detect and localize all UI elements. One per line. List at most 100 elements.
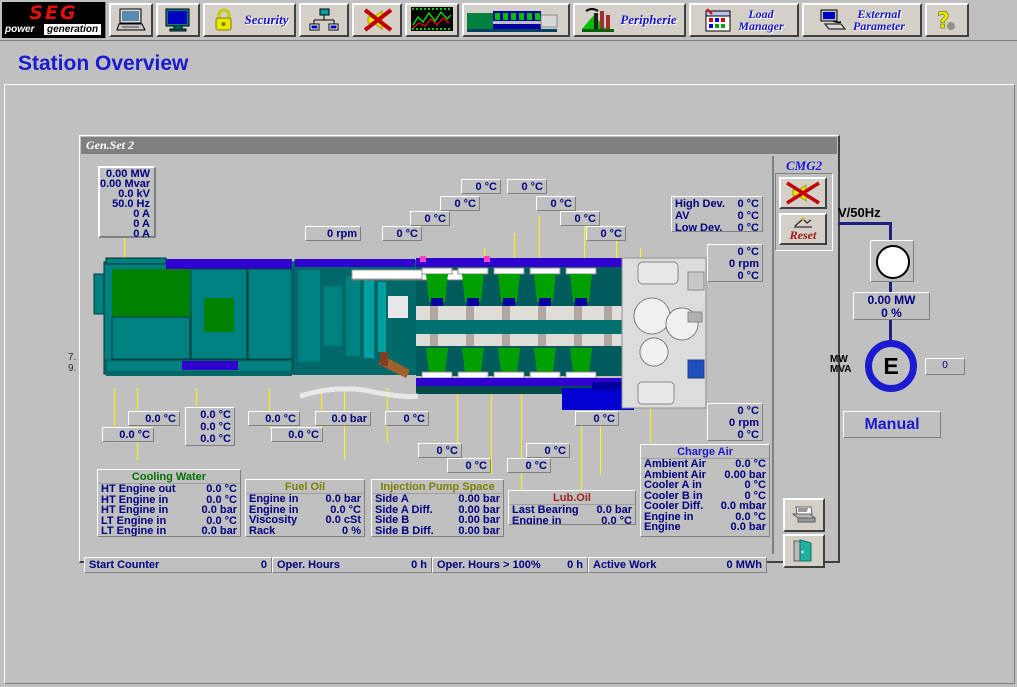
- fuel-oil-label: Viscosity: [249, 515, 297, 526]
- external-parameter-line2: Parameter: [853, 19, 905, 33]
- turbocharger-a-box: 0 °C 0 rpm 0 °C: [707, 244, 763, 282]
- mimic-title-bar: Gen.Set 2: [81, 137, 837, 154]
- feeder-voltage-label: V/50Hz: [838, 205, 881, 220]
- tag-exh-1: 0 °C: [382, 226, 422, 241]
- question-mark-icon: ?: [932, 7, 962, 33]
- injection-pump-space-row: Side A 0.00 bar: [372, 494, 503, 505]
- engine-icon: [467, 7, 565, 33]
- charge-air-value: 0.0 mbar: [721, 501, 766, 512]
- charge-air-value: 0.0 bar: [731, 522, 766, 533]
- tag-bot-11: 0 °C: [575, 411, 619, 426]
- external-parameter-button-label: External Parameter: [853, 8, 905, 32]
- peripherie-button-label: Peripherie: [620, 14, 676, 26]
- side-clip-line2: 9.: [68, 363, 76, 374]
- fuel-oil-value: 0 %: [342, 526, 361, 537]
- load-manager-button[interactable]: Load Manager: [689, 3, 799, 37]
- cooling-water-label: HT Engine in: [101, 505, 168, 516]
- deviation-row-av: AV 0 °C: [675, 210, 759, 222]
- deviation-label-low: Low Dev.: [675, 222, 722, 234]
- operating-mode-button[interactable]: Manual: [843, 411, 941, 438]
- turbo-a-temp2: 0 °C: [711, 270, 759, 282]
- cooling-water-value: 0.0 °C: [206, 484, 237, 495]
- oper-hours-over100-value: 0 h: [567, 559, 583, 571]
- tag-bearings-line-1: 0.0 °C: [189, 409, 231, 421]
- lub-oil-value: 0.0 bar: [597, 505, 632, 516]
- lub-oil-label: Engine in: [512, 516, 562, 526]
- tag-exh-3: 0 °C: [440, 196, 480, 211]
- horn-cancel-icon: [783, 180, 823, 206]
- injection-pump-space-label: Side A: [375, 494, 409, 505]
- station-pc-button[interactable]: [109, 3, 153, 37]
- group-fuel-oil: Fuel OilEngine in0.0 barEngine in0.0 °CV…: [245, 479, 365, 537]
- alarm-horn-off-button[interactable]: [352, 3, 402, 37]
- cooling-water-value: 0.0 bar: [202, 526, 237, 537]
- peripherie-button[interactable]: Peripherie: [573, 3, 686, 37]
- tag-bot-8: 0 °C: [447, 458, 491, 473]
- injection-pump-space-value: 0.00 bar: [458, 494, 500, 505]
- calendar-icon: [704, 7, 734, 33]
- oper-hours-value: 0 h: [411, 559, 427, 571]
- network-button[interactable]: [299, 3, 349, 37]
- genset-mimic-window: Gen.Set 2 0.00 MW 0.00 Mvar 0.0 kV 50.0 …: [79, 135, 840, 563]
- print-button[interactable]: [783, 498, 825, 532]
- monitor-button[interactable]: [156, 3, 200, 37]
- tag-exh-7: 0 °C: [560, 211, 600, 226]
- network-node-value: 0: [925, 358, 965, 375]
- trend-chart-icon: [411, 7, 453, 33]
- turbo-b-temp: 0 °C: [711, 405, 759, 417]
- lub-oil-row: Last Bearing0.0 bar: [509, 505, 635, 516]
- rating-mva: MVA: [830, 365, 851, 375]
- generator-values-box: 0.00 MW 0.00 Mvar 0.0 kV 50.0 Hz 0 A 0 A…: [98, 166, 156, 238]
- horn-acknowledge-button[interactable]: [779, 177, 827, 209]
- busbar-segment: [838, 222, 892, 225]
- fuel-oil-row: Rack0 %: [246, 526, 364, 537]
- exit-door-icon: [791, 539, 817, 563]
- trend-button[interactable]: [405, 3, 459, 37]
- security-button-label: Security: [244, 14, 288, 26]
- side-clip-line1: 7.: [68, 352, 76, 363]
- charge-air-label: Ambient Air: [644, 459, 706, 470]
- exit-button[interactable]: [783, 534, 825, 568]
- start-counter-label: Start Counter: [89, 559, 159, 571]
- injection-pump-space-row: Side B0.00 bar: [372, 515, 503, 526]
- security-button[interactable]: Security: [203, 3, 296, 37]
- seg-logo: SEG power generation: [2, 2, 106, 38]
- tag-exh-4: 0 °C: [461, 179, 501, 194]
- injection-pump-space-value: 0.00 bar: [458, 515, 500, 526]
- charge-air-row: Ambient Air0.0 °C: [641, 459, 769, 470]
- cooling-water-title: Cooling Water: [98, 470, 240, 484]
- fuel-oil-value: 0.0 cSt: [326, 515, 361, 526]
- page-title: Station Overview: [18, 52, 188, 76]
- engine-pictogram: [92, 256, 712, 416]
- charge-air-label: Cooler A in: [644, 480, 702, 491]
- pc-hand-icon: [819, 7, 849, 33]
- lub-oil-row: Engine in0.0 °C: [509, 516, 635, 526]
- external-parameter-button[interactable]: External Parameter: [802, 3, 922, 37]
- tag-bot-1: 0.0 °C: [102, 427, 154, 442]
- tag-bot-2: 0.0 °C: [128, 411, 180, 426]
- brand-tagline-left: power: [5, 24, 34, 35]
- deviation-value-low: 0 °C: [737, 222, 759, 234]
- cooling-water-label: HT Engine out: [101, 484, 176, 495]
- start-counter-value: 0: [261, 559, 267, 571]
- genset-button[interactable]: [462, 3, 570, 37]
- tag-bearings: 0.0 °C0.0 °C0.0 °C: [185, 407, 235, 446]
- load-power-percent: 0 %: [854, 307, 929, 320]
- fuel-oil-row: Engine in0.0 bar: [246, 494, 364, 505]
- deviation-box: High Dev. 0 °C AV 0 °C Low Dev. 0 °C: [671, 196, 763, 232]
- charge-air-title: Charge Air: [641, 445, 769, 459]
- help-button[interactable]: ?: [925, 3, 969, 37]
- injection-pump-space-row: Side B Diff.0.00 bar: [372, 526, 503, 537]
- tag-exh-6: 0 °C: [536, 196, 576, 211]
- circuit-breaker-symbol[interactable]: [870, 240, 914, 282]
- load-power-box: 0.00 MW 0 %: [853, 292, 930, 320]
- status-cell-start-counter: Start Counter 0: [84, 557, 272, 573]
- riser-to-breaker: [889, 222, 892, 241]
- deviation-value-av: 0 °C: [737, 210, 759, 222]
- reset-button[interactable]: Reset: [779, 213, 827, 245]
- horn-cancel-icon: [362, 7, 392, 33]
- charge-air-row: Cooler Diff.0.0 mbar: [641, 501, 769, 512]
- load-manager-button-label: Load Manager: [738, 8, 783, 32]
- cmg2-label: CMG2: [786, 158, 822, 174]
- network-icon: [309, 7, 339, 33]
